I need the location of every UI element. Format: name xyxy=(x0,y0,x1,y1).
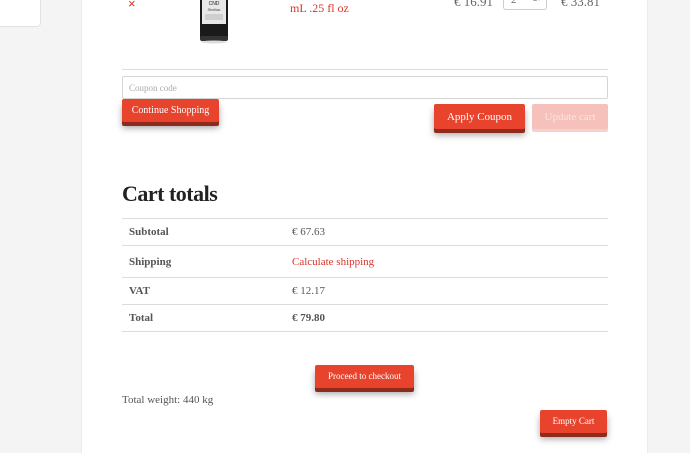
cart-totals-title: Cart totals xyxy=(122,181,218,206)
total-label: Total xyxy=(129,312,154,324)
proceed-to-checkout-button[interactable]: Proceed to checkout xyxy=(315,365,414,388)
subtotal-row: Subtotal € 67.63 xyxy=(122,218,608,246)
vat-label: VAT xyxy=(129,285,150,297)
total-weight: Total weight: 440 kg xyxy=(122,394,214,406)
subtotal-value: € 67.63 xyxy=(292,226,325,238)
total-value: € 79.80 xyxy=(292,312,325,324)
product-row-total: € 33.81 xyxy=(561,0,600,9)
vat-row: VAT € 12.17 xyxy=(122,277,608,305)
shipping-label: Shipping xyxy=(129,255,172,268)
side-card xyxy=(0,0,41,27)
vat-value: € 12.17 xyxy=(292,285,325,297)
product-name[interactable]: mL .25 fl oz xyxy=(290,1,349,16)
subtotal-label: Subtotal xyxy=(129,226,169,238)
total-row: Total € 79.80 xyxy=(122,304,608,332)
divider xyxy=(122,69,608,70)
cart-totals-table: Subtotal € 67.63 Shipping Calculate ship… xyxy=(122,218,608,332)
shipping-row: Shipping Calculate shipping xyxy=(122,245,608,278)
remove-item-icon[interactable]: × xyxy=(128,0,136,11)
quantity-stepper[interactable]: 2 ▴▾ xyxy=(503,0,547,10)
coupon-code-input[interactable] xyxy=(122,76,608,99)
empty-cart-button[interactable]: Empty Cart xyxy=(540,410,607,433)
quantity-value[interactable]: 2 xyxy=(511,0,517,6)
continue-shopping-button[interactable]: Continue Shopping xyxy=(122,99,219,122)
apply-coupon-button[interactable]: Apply Coupon xyxy=(434,104,525,129)
calculate-shipping-link[interactable]: Calculate shipping xyxy=(292,246,608,278)
product-price: € 16.91 xyxy=(454,0,493,9)
svg-text:Shellac: Shellac xyxy=(207,7,220,12)
update-cart-button[interactable]: Update cart xyxy=(532,104,608,129)
product-thumbnail[interactable]: CND Shellac xyxy=(196,0,232,44)
stepper-arrows-icon[interactable]: ▴▾ xyxy=(533,0,541,3)
